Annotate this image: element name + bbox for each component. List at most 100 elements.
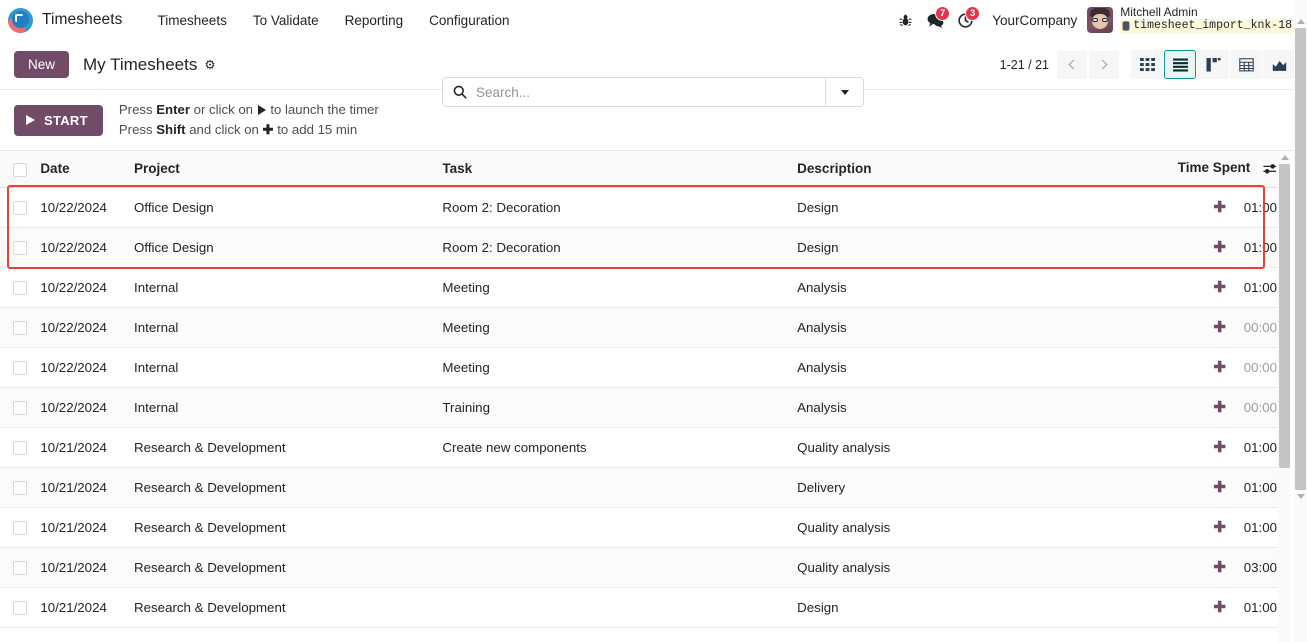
page-scrollbar[interactable] <box>1294 0 1307 642</box>
nav-item-to-validate[interactable]: To Validate <box>240 8 332 33</box>
table-scrollbar-thumb[interactable] <box>1278 163 1290 468</box>
cell-time-spent[interactable]: ✚ 00:00 <box>1174 307 1287 348</box>
cell-project[interactable]: Office Design <box>134 227 443 268</box>
row-checkbox[interactable] <box>13 361 27 376</box>
cell-date[interactable]: 10/22/2024 <box>40 187 135 228</box>
pivot-view-button[interactable] <box>1230 50 1262 79</box>
cell-task[interactable] <box>442 467 798 508</box>
cell-project[interactable]: Internal <box>134 307 443 348</box>
cell-time-spent[interactable]: ✚ 01:00 <box>1174 427 1287 468</box>
cell-task[interactable]: Meeting <box>442 347 798 388</box>
scroll-down-arrow-icon[interactable] <box>1296 494 1305 499</box>
select-all-checkbox[interactable] <box>13 162 27 177</box>
table-row[interactable]: 10/22/2024 Internal Meeting Analysis ✚ 00:00 <box>0 307 1287 348</box>
table-row[interactable]: 10/22/2024 Office Design Room 2: Decoratio… <box>0 227 1287 268</box>
table-row[interactable]: 10/21/2024 Research & Development Quality … <box>0 507 1287 548</box>
table-row[interactable]: 10/21/2024 Research & Development Create n… <box>0 427 1287 468</box>
column-header-date[interactable]: Date <box>40 150 135 188</box>
column-settings-icon[interactable] <box>1263 163 1277 178</box>
bug-icon[interactable] <box>890 6 920 34</box>
cell-description[interactable]: Quality analysis <box>797 507 1175 548</box>
cell-task[interactable]: Training <box>442 387 798 428</box>
gantt-view-button[interactable] <box>1197 50 1229 79</box>
cell-date[interactable]: 10/21/2024 <box>40 467 135 508</box>
add-time-plus-icon[interactable]: ✚ <box>1213 600 1226 615</box>
kanban-view-button[interactable] <box>1131 50 1163 79</box>
add-time-plus-icon[interactable]: ✚ <box>1213 520 1226 535</box>
row-checkbox[interactable] <box>13 401 27 416</box>
cell-date[interactable]: 10/22/2024 <box>40 267 135 308</box>
cell-time-spent[interactable]: ✚ 00:00 <box>1174 387 1287 428</box>
cell-description[interactable]: Analysis <box>797 307 1175 348</box>
list-view-button[interactable] <box>1164 50 1196 79</box>
start-timer-button[interactable]: START <box>14 104 103 136</box>
nav-item-timesheets[interactable]: Timesheets <box>145 8 240 33</box>
cell-date[interactable]: 10/22/2024 <box>40 307 135 348</box>
add-time-plus-icon[interactable]: ✚ <box>1213 280 1226 295</box>
row-checkbox[interactable] <box>13 481 27 496</box>
messages-icon[interactable]: 7 <box>920 6 951 34</box>
cell-date[interactable]: 10/22/2024 <box>40 347 135 388</box>
row-checkbox[interactable] <box>13 241 27 256</box>
column-header-description[interactable]: Description <box>797 150 1175 188</box>
cell-time-spent[interactable]: ✚ 03:00 <box>1174 547 1287 588</box>
cell-description[interactable]: Quality analysis <box>797 547 1175 588</box>
cell-task[interactable]: Room 2: Decoration <box>442 227 798 268</box>
cell-project[interactable]: Research & Development <box>134 547 443 588</box>
add-time-plus-icon[interactable]: ✚ <box>1213 200 1226 215</box>
brand[interactable]: Timesheets <box>8 7 123 33</box>
search-dropdown-toggle[interactable] <box>825 78 863 106</box>
cell-time-spent[interactable]: ✚ 01:00 <box>1174 267 1287 308</box>
cell-time-spent[interactable]: ✚ 00:00 <box>1174 347 1287 388</box>
cell-task[interactable]: Create new components <box>442 427 798 468</box>
nav-item-reporting[interactable]: Reporting <box>332 8 417 33</box>
row-checkbox[interactable] <box>13 321 27 336</box>
row-checkbox[interactable] <box>13 281 27 296</box>
column-header-task[interactable]: Task <box>442 150 798 188</box>
add-time-plus-icon[interactable]: ✚ <box>1213 480 1226 495</box>
cell-description[interactable]: Analysis <box>797 347 1175 388</box>
activities-clock-icon[interactable]: 3 <box>950 6 981 34</box>
pager-previous-button[interactable] <box>1057 50 1087 79</box>
row-checkbox[interactable] <box>13 561 27 576</box>
cell-task[interactable]: Meeting <box>442 307 798 348</box>
cell-project[interactable]: Internal <box>134 267 443 308</box>
search-field-wrap[interactable] <box>443 78 825 106</box>
cell-project[interactable]: Office Design <box>134 187 443 228</box>
cell-task[interactable]: Room 2: Decoration <box>442 187 798 228</box>
table-row[interactable]: 10/22/2024 Office Design Room 2: Decoratio… <box>0 187 1287 228</box>
pager-next-button[interactable] <box>1089 50 1119 79</box>
table-row[interactable]: 10/21/2024 Research & Development Design ✚ 0… <box>0 587 1287 628</box>
cell-date[interactable]: 10/21/2024 <box>40 507 135 548</box>
cell-description[interactable]: Delivery <box>797 467 1175 508</box>
user-menu[interactable]: Mitchell Admin timesheet_import_knk-18 <box>1087 6 1297 34</box>
cell-date[interactable]: 10/22/2024 <box>40 227 135 268</box>
row-checkbox[interactable] <box>13 201 27 216</box>
cell-task[interactable] <box>442 547 798 588</box>
table-row[interactable]: 10/21/2024 Research & Development Quality … <box>0 547 1287 588</box>
row-checkbox[interactable] <box>13 441 27 456</box>
cell-date[interactable]: 10/21/2024 <box>40 547 135 588</box>
cell-description[interactable]: Analysis <box>797 387 1175 428</box>
cell-task[interactable] <box>442 507 798 548</box>
cell-task[interactable] <box>442 587 798 628</box>
table-scrollbar[interactable] <box>1278 150 1290 642</box>
add-time-plus-icon[interactable]: ✚ <box>1213 560 1226 575</box>
cell-date[interactable]: 10/21/2024 <box>40 427 135 468</box>
row-checkbox[interactable] <box>13 521 27 536</box>
cell-description[interactable]: Design <box>797 587 1175 628</box>
nav-item-configuration[interactable]: Configuration <box>416 8 522 33</box>
add-time-plus-icon[interactable]: ✚ <box>1213 440 1226 455</box>
cell-description[interactable]: Design <box>797 227 1175 268</box>
add-time-plus-icon[interactable]: ✚ <box>1213 360 1226 375</box>
search-input[interactable] <box>476 84 815 100</box>
cell-project[interactable]: Research & Development <box>134 507 443 548</box>
cell-project[interactable]: Internal <box>134 387 443 428</box>
row-checkbox[interactable] <box>13 601 27 616</box>
add-time-plus-icon[interactable]: ✚ <box>1213 240 1226 255</box>
cell-description[interactable]: Analysis <box>797 267 1175 308</box>
cell-time-spent[interactable]: ✚ 01:00 <box>1174 227 1287 268</box>
gear-icon[interactable]: ⚙ <box>204 57 215 72</box>
cell-project[interactable]: Internal <box>134 347 443 388</box>
table-row[interactable]: 10/22/2024 Internal Meeting Analysis ✚ 01:00 <box>0 267 1287 308</box>
